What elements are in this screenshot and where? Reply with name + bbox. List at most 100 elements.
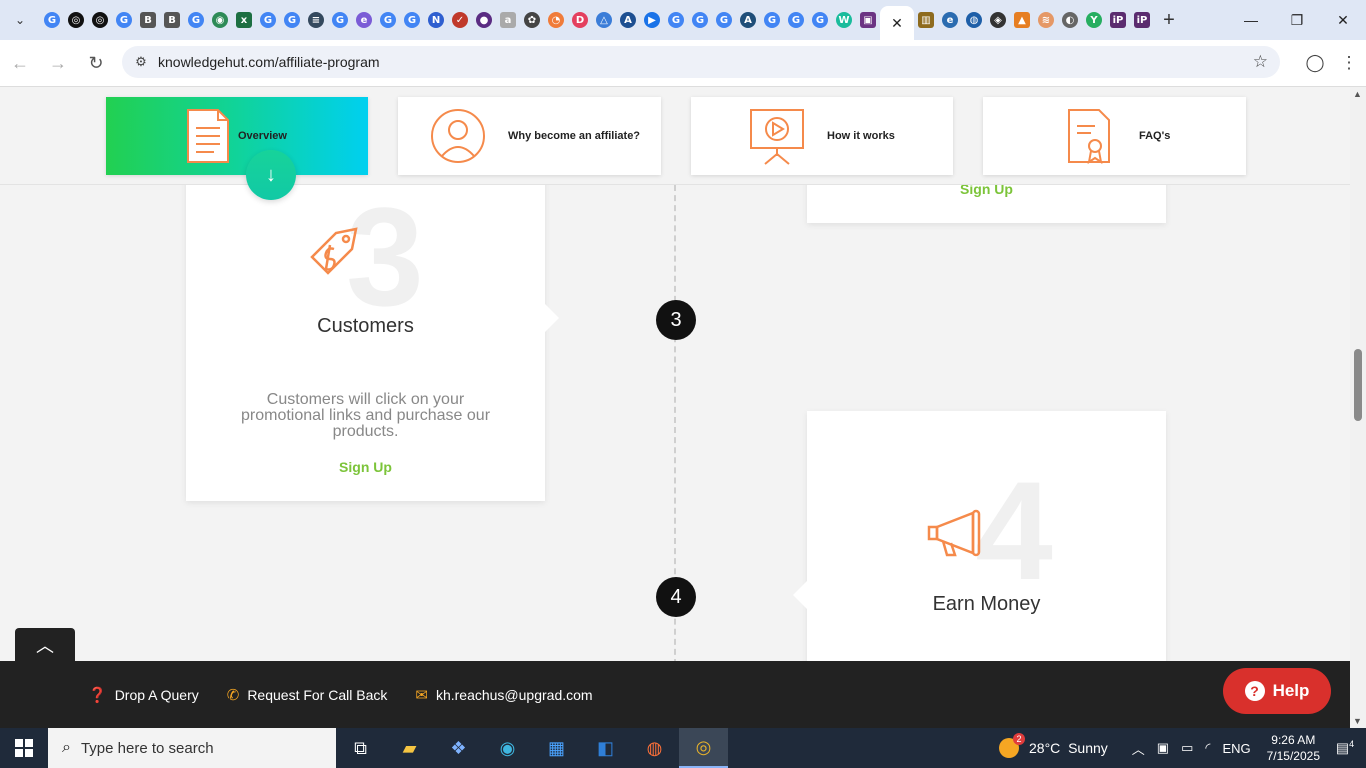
request-callback-link[interactable]: ✆ Request For Call Back: [227, 686, 388, 704]
weather-widget[interactable]: 2 28°C Sunny: [999, 733, 1108, 758]
active-tab-close[interactable]: ✕: [880, 6, 914, 40]
email-link[interactable]: ✉ kh.reachus@upgrad.com: [415, 686, 592, 704]
file-explorer-icon[interactable]: ▰: [385, 728, 434, 768]
page-scrollbar[interactable]: ▲ ▼: [1350, 87, 1366, 728]
tab-google-9[interactable]: G: [664, 0, 688, 40]
tab-google-14[interactable]: G: [808, 0, 832, 40]
tab-b[interactable]: B: [136, 0, 160, 40]
tab-n[interactable]: N: [424, 0, 448, 40]
profile-icon[interactable]: ◯: [1298, 53, 1332, 73]
help-button[interactable]: ? Help: [1223, 668, 1331, 714]
forward-icon[interactable]: →: [40, 45, 76, 81]
tab-d[interactable]: D: [568, 0, 592, 40]
certificate-icon: [1059, 106, 1119, 166]
new-tab-button[interactable]: +: [1154, 0, 1184, 40]
outlook-icon[interactable]: ◧: [581, 728, 630, 768]
tab-google-11[interactable]: G: [712, 0, 736, 40]
tab-google-5[interactable]: G: [280, 0, 304, 40]
notification-center-icon[interactable]: ▤4: [1330, 739, 1360, 757]
tab-stack[interactable]: ≡: [304, 0, 328, 40]
step4-card: 4 Earn Money: [807, 411, 1166, 661]
tab-shield[interactable]: ◈: [986, 0, 1010, 40]
address-bar[interactable]: ⚙ knowledgehut.com/affiliate-program ☆: [122, 46, 1280, 78]
edge-icon[interactable]: ◉: [483, 728, 532, 768]
clock-time: 9:26 AM: [1271, 733, 1316, 747]
tab-how-it-works[interactable]: How it works: [691, 97, 953, 175]
tab-triangle[interactable]: △: [592, 0, 616, 40]
megaphone-icon: [925, 505, 989, 561]
url-text[interactable]: knowledgehut.com/affiliate-program: [158, 54, 380, 70]
tab-b-2[interactable]: B: [160, 0, 184, 40]
step3-signup-link[interactable]: Sign Up: [186, 459, 545, 475]
tab-image[interactable]: ▣: [856, 0, 880, 40]
tab-google[interactable]: G: [40, 0, 64, 40]
tab-ip-2[interactable]: iP: [1130, 0, 1154, 40]
tab-a[interactable]: A: [616, 0, 640, 40]
tab-plant[interactable]: Y: [1082, 0, 1106, 40]
mail-icon: ✉: [415, 686, 428, 704]
tab-badge[interactable]: ▲: [1010, 0, 1034, 40]
copilot-icon[interactable]: ❖: [434, 728, 483, 768]
reload-icon[interactable]: ↻: [78, 45, 114, 81]
person-icon: [428, 106, 488, 166]
tab-stripes[interactable]: ≋: [1034, 0, 1058, 40]
bookmark-star-icon[interactable]: ☆: [1253, 52, 1268, 72]
tab-overview[interactable]: Overview: [106, 97, 368, 175]
tab-ip[interactable]: iP: [1106, 0, 1130, 40]
tab-search-button[interactable]: ⌄: [0, 0, 40, 40]
camera-icon[interactable]: ▣: [1157, 740, 1169, 756]
tab-play[interactable]: ▶: [640, 0, 664, 40]
tab-google-6[interactable]: G: [328, 0, 352, 40]
tab-google-8[interactable]: G: [400, 0, 424, 40]
tab-openai-2[interactable]: ◎: [88, 0, 112, 40]
firefox-icon[interactable]: ◍: [630, 728, 679, 768]
help-label: Help: [1272, 681, 1310, 700]
tab-google-10[interactable]: G: [688, 0, 712, 40]
back-icon[interactable]: ←: [2, 45, 38, 81]
minimize-icon[interactable]: —: [1228, 0, 1274, 40]
tab-google-2[interactable]: G: [112, 0, 136, 40]
tab-cloud[interactable]: ◔: [544, 0, 568, 40]
tab-edge[interactable]: e: [938, 0, 962, 40]
tab-why-affiliate[interactable]: Why become an affiliate?: [398, 97, 661, 175]
wifi-icon[interactable]: ◜: [1205, 740, 1210, 756]
tab-globe[interactable]: ◉: [208, 0, 232, 40]
scroll-thumb[interactable]: [1354, 349, 1362, 421]
chevron-up-tray-icon[interactable]: ︿: [1132, 739, 1145, 758]
tab-e[interactable]: e: [352, 0, 376, 40]
scroll-to-top-button[interactable]: ︿: [15, 628, 75, 661]
tab-faqs[interactable]: FAQ's: [983, 97, 1246, 175]
tab-google-4[interactable]: G: [256, 0, 280, 40]
tab-globe-3[interactable]: ◐: [1058, 0, 1082, 40]
tab-check[interactable]: ✓: [448, 0, 472, 40]
scroll-down-arrow-icon[interactable]: ▼: [1353, 716, 1362, 726]
tab-google-3[interactable]: G: [184, 0, 208, 40]
clock[interactable]: 9:26 AM 7/15/2025: [1267, 732, 1320, 764]
tab-google-13[interactable]: G: [784, 0, 808, 40]
site-info-icon[interactable]: ⚙: [126, 54, 156, 70]
tab-globe-2[interactable]: ◍: [962, 0, 986, 40]
tab-google-12[interactable]: G: [760, 0, 784, 40]
scroll-up-arrow-icon[interactable]: ▲: [1353, 89, 1362, 99]
tab-circle[interactable]: ●: [472, 0, 496, 40]
tab-butterfly[interactable]: W: [832, 0, 856, 40]
battery-icon[interactable]: ▭: [1181, 740, 1193, 756]
tab-excel[interactable]: x: [232, 0, 256, 40]
windows-start-icon[interactable]: [0, 728, 48, 768]
tab-adk[interactable]: a: [496, 0, 520, 40]
close-window-icon[interactable]: ✕: [1320, 0, 1366, 40]
tab-openai[interactable]: ◎: [64, 0, 88, 40]
tab-ai[interactable]: A: [736, 0, 760, 40]
drop-query-link[interactable]: ❓ Drop A Query: [88, 686, 199, 704]
tab-google-7[interactable]: G: [376, 0, 400, 40]
taskbar-search[interactable]: ⌕ Type here to search: [48, 728, 336, 768]
tab-gear[interactable]: ✿: [520, 0, 544, 40]
language-indicator[interactable]: ENG: [1222, 741, 1250, 756]
tab-chart[interactable]: ▥: [914, 0, 938, 40]
arrow-down-icon[interactable]: ↓: [246, 150, 296, 200]
chrome-icon[interactable]: ◎: [679, 728, 728, 768]
task-view-icon[interactable]: ⧉: [336, 728, 385, 768]
restore-icon[interactable]: ❐: [1274, 0, 1320, 40]
menu-kebab-icon[interactable]: ⋮: [1332, 53, 1366, 73]
store-icon[interactable]: ▦: [532, 728, 581, 768]
